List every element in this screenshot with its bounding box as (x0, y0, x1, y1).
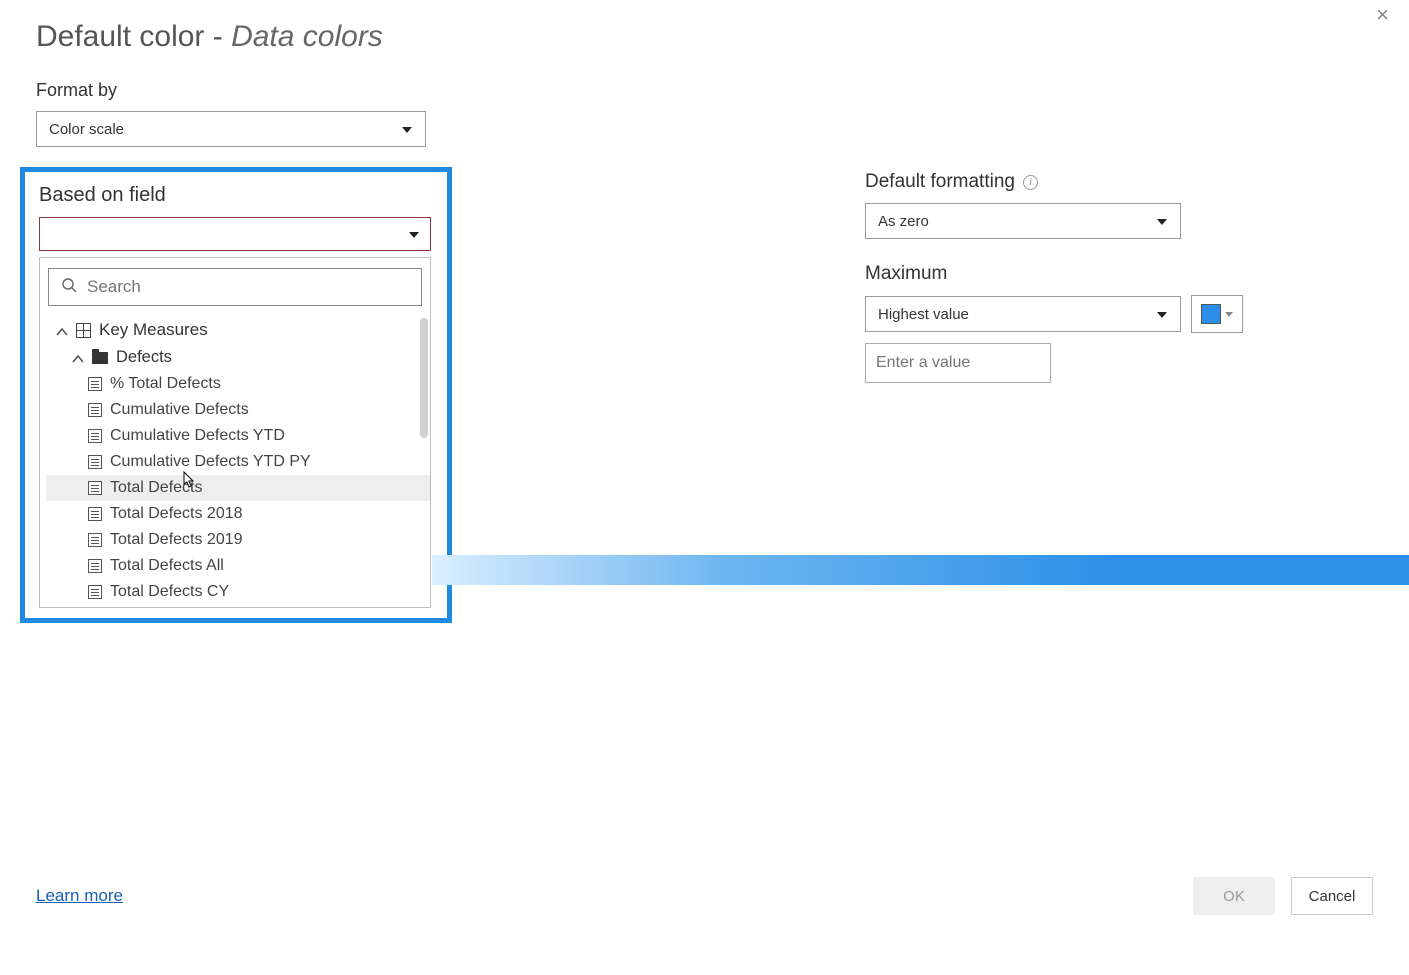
search-input[interactable] (87, 277, 409, 297)
maximum-select[interactable]: Highest value (865, 296, 1181, 332)
tree-item-label: Cumulative Defects (110, 401, 249, 419)
maximum-section: Maximum Highest value (865, 263, 1243, 383)
scrollbar[interactable] (420, 318, 428, 438)
chevron-down-icon (1225, 312, 1233, 317)
title-italic: Data colors (231, 20, 383, 53)
measure-icon (88, 403, 102, 417)
maximum-value-input[interactable] (865, 343, 1051, 383)
chevron-up-icon (72, 352, 84, 364)
format-by-select[interactable]: Color scale (36, 111, 426, 147)
tree-item[interactable]: Cumulative Defects YTD PY (46, 449, 430, 475)
field-dropdown-panel: Key Measures Defects % Total Defects (39, 257, 431, 608)
tree-item-label: Cumulative Defects YTD (110, 427, 285, 445)
chevron-down-icon (408, 228, 420, 240)
ok-button[interactable]: OK (1193, 877, 1275, 915)
format-by-section: Format by Color scale (36, 80, 1373, 147)
format-by-value: Color scale (49, 121, 124, 138)
chevron-down-icon (401, 123, 413, 135)
tree-item[interactable]: Cumulative Defects (46, 397, 430, 423)
chevron-down-icon (1156, 215, 1168, 227)
measure-icon (88, 429, 102, 443)
close-icon[interactable]: × (1376, 4, 1389, 26)
folder-icon (92, 352, 108, 364)
tree-item[interactable]: Total Defects 2019 (46, 527, 430, 553)
color-swatch-icon (1201, 304, 1221, 324)
maximum-color-picker[interactable] (1191, 295, 1243, 333)
measure-icon (88, 481, 102, 495)
chevron-down-icon (1156, 308, 1168, 320)
search-icon (61, 277, 77, 298)
tree-item[interactable]: Total Defects CY (46, 579, 430, 605)
cancel-button[interactable]: Cancel (1291, 877, 1373, 915)
format-by-label: Format by (36, 80, 1373, 101)
tree-item-label: Total Defects 2019 (110, 531, 243, 549)
measure-icon (88, 585, 102, 599)
learn-more-link[interactable]: Learn more (36, 886, 123, 906)
info-icon[interactable]: i (1023, 175, 1038, 190)
tree-item-label: % Total Defects (110, 375, 221, 393)
maximum-label: Maximum (865, 263, 1243, 285)
cursor-icon (179, 470, 197, 492)
measure-icon (88, 533, 102, 547)
tree-folder-defects[interactable]: Defects (46, 344, 430, 371)
tree-item-label: Total Defects 2018 (110, 505, 243, 523)
based-on-field-select[interactable] (39, 217, 431, 251)
measure-icon (88, 455, 102, 469)
tree-item-label: Cumulative Defects YTD PY (110, 453, 311, 471)
based-on-field-section: Based on field (20, 167, 452, 623)
tree-item-label: Total Defects CY (110, 583, 229, 601)
measure-icon (88, 507, 102, 521)
tree-item-hovered[interactable]: Total Defects (46, 475, 430, 501)
title-prefix: Default color - (36, 20, 231, 53)
tree-folder-label: Defects (116, 348, 172, 367)
measure-icon (88, 559, 102, 573)
chevron-up-icon (56, 324, 68, 336)
table-icon (76, 323, 91, 338)
search-input-wrap[interactable] (48, 268, 422, 306)
field-tree: Key Measures Defects % Total Defects (40, 314, 430, 607)
tree-group-key-measures[interactable]: Key Measures (46, 316, 430, 344)
tree-item[interactable]: Cumulative Defects YTD (46, 423, 430, 449)
tree-item[interactable]: Total Defects All (46, 553, 430, 579)
based-on-field-label: Based on field (39, 184, 431, 207)
default-formatting-label: Default formatting i (865, 171, 1243, 193)
maximum-value: Highest value (878, 306, 969, 323)
dialog-title: Default color - Data colors (36, 20, 1373, 54)
tree-group-label: Key Measures (99, 320, 208, 340)
tree-item-label: Total Defects All (110, 557, 224, 575)
measure-icon (88, 377, 102, 391)
default-formatting-value: As zero (878, 213, 929, 230)
gradient-preview-bar (432, 555, 1409, 585)
tree-item[interactable]: % Total Defects (46, 371, 430, 397)
tree-item[interactable]: Total Defects 2018 (46, 501, 430, 527)
default-formatting-select[interactable]: As zero (865, 203, 1181, 239)
default-formatting-section: Default formatting i As zero (865, 171, 1243, 239)
default-formatting-label-text: Default formatting (865, 171, 1015, 193)
